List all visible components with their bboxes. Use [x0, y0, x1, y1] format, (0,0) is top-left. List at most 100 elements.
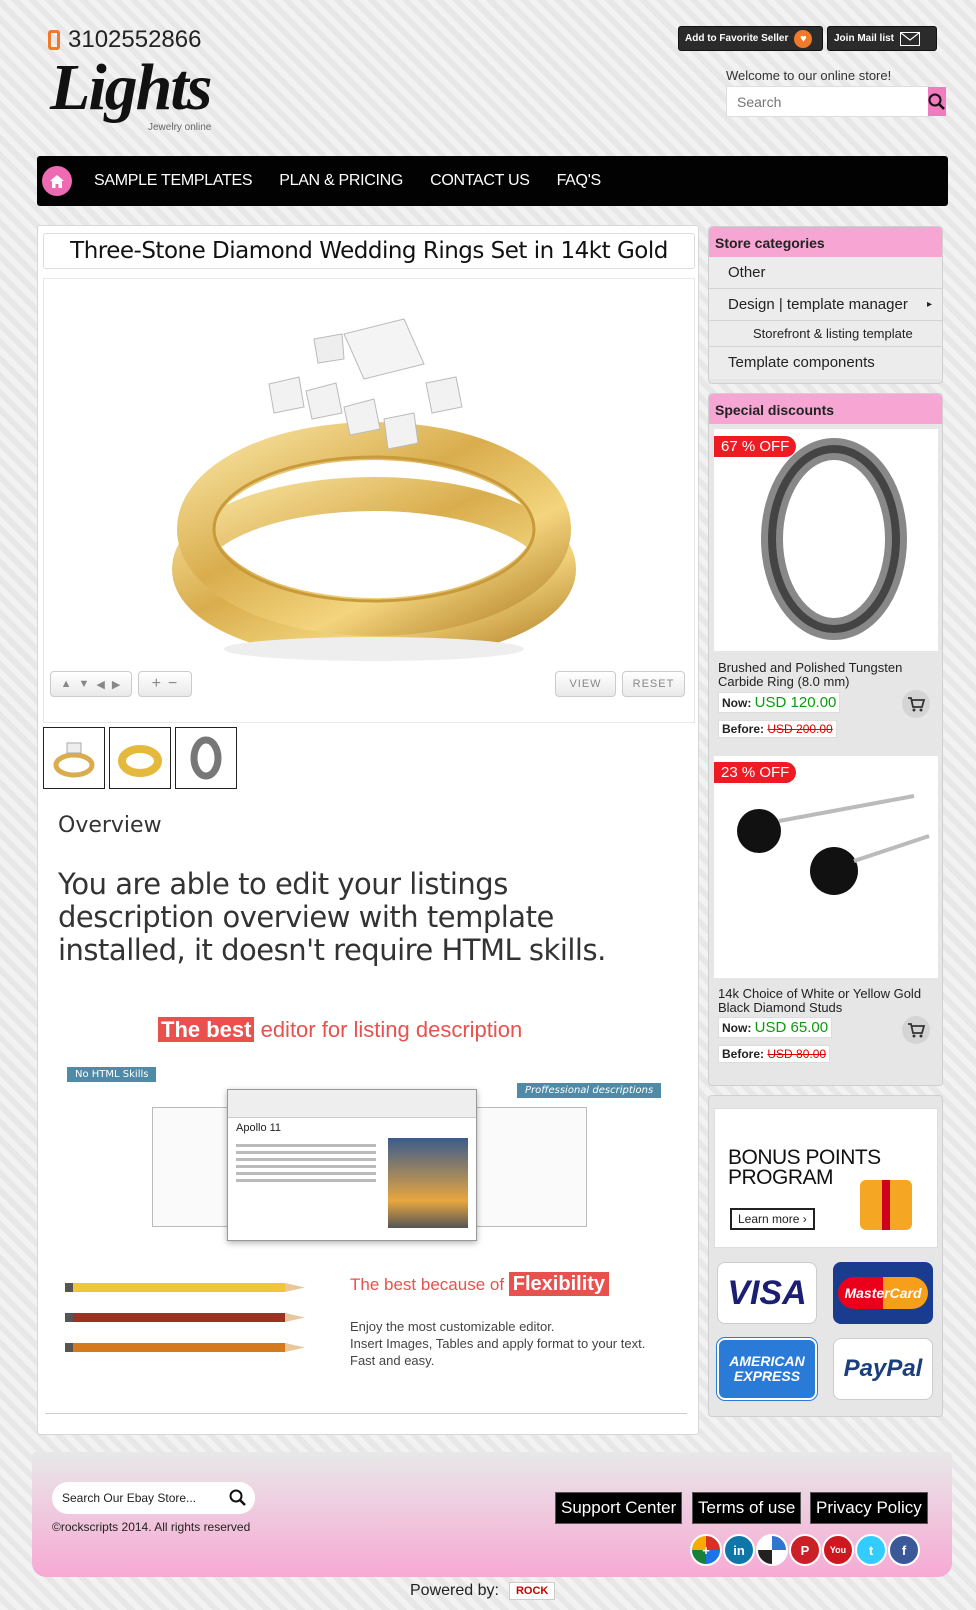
zoom-out-icon[interactable]: −	[168, 675, 178, 693]
product-2-image[interactable]	[714, 756, 938, 978]
pinterest-icon[interactable]: P	[789, 1534, 821, 1566]
site-logo[interactable]: Lights	[50, 50, 212, 126]
search-bar	[726, 86, 946, 117]
product-1-add-to-cart[interactable]	[902, 690, 930, 718]
youtube-icon[interactable]: You	[822, 1534, 854, 1566]
store-categories-panel: Store categories Other Design | template…	[708, 226, 943, 384]
powered-by: Powered by: ROCK	[410, 1582, 556, 1600]
product-2-add-to-cart[interactable]	[902, 1016, 930, 1044]
diamond-studs-image	[737, 794, 930, 895]
bonus-title: BONUS POINTS PROGRAM	[728, 1146, 881, 1189]
tungsten-ring-thumb	[190, 736, 222, 780]
now-price: USD 120.00	[754, 694, 837, 711]
ring-set-image	[172, 318, 576, 661]
zoom-controls[interactable]: + −	[138, 671, 192, 697]
tungsten-ring-image	[761, 438, 907, 640]
nav-sample-templates[interactable]: SAMPLE TEMPLATES	[94, 172, 253, 190]
category-template-components[interactable]: Template components	[709, 347, 942, 379]
footer-search-button[interactable]	[221, 1482, 255, 1514]
search-button[interactable]	[928, 87, 946, 116]
product-2-name[interactable]: 14k Choice of White or Yellow Gold Black…	[718, 987, 928, 1015]
search-input[interactable]	[727, 87, 928, 116]
product-1-image[interactable]	[714, 429, 938, 651]
zoom-in-icon[interactable]: +	[152, 675, 162, 693]
privacy-policy-link[interactable]: Privacy Policy	[810, 1492, 928, 1524]
flex-tag: Flexibility	[508, 1272, 610, 1296]
reset-button[interactable]: RESET	[622, 671, 685, 697]
flex-prefix: The best because of	[350, 1275, 509, 1294]
add-favorite-seller-label: Add to Favorite Seller	[685, 33, 789, 44]
store-categories-heading: Store categories	[709, 227, 942, 257]
product-image-viewer[interactable]: ▲ ▼ ◀ ▶ + − VIEW RESET	[43, 278, 695, 723]
best-rest: editor for listing description	[254, 1017, 523, 1042]
main-nav: SAMPLE TEMPLATES PLAN & PRICING CONTACT …	[37, 156, 948, 206]
mastercard-logo: MasterCard	[833, 1262, 933, 1324]
arrow-left-icon[interactable]: ◀	[96, 678, 105, 691]
footer-search-placeholder: Search Our Ebay Store...	[62, 1491, 197, 1505]
product-1-name[interactable]: Brushed and Polished Tungsten Carbide Ri…	[718, 661, 928, 689]
nav-faqs[interactable]: FAQ'S	[557, 172, 602, 190]
pencils-illustration	[65, 1280, 315, 1374]
learn-more-button[interactable]: Learn more ›	[730, 1208, 815, 1230]
arrow-down-icon[interactable]: ▼	[79, 678, 91, 690]
search-icon	[229, 1489, 246, 1506]
copyright: ©rockscripts 2014. All rights reserved	[52, 1520, 251, 1534]
product-2-price-now: Now: USD 65.00	[718, 1017, 833, 1038]
add-favorite-seller-button[interactable]: Add to Favorite Seller ♥	[678, 26, 823, 51]
thumbnail-gold-band[interactable]	[109, 727, 171, 789]
phone-icon	[48, 30, 60, 50]
mastercard-label: MasterCard	[838, 1277, 928, 1309]
divider	[45, 1413, 687, 1414]
terms-of-use-link[interactable]: Terms of use	[692, 1492, 802, 1524]
product-1-price-now: Now: USD 120.00	[718, 692, 841, 713]
twitter-icon[interactable]: t	[855, 1534, 887, 1566]
linkedin-icon[interactable]: in	[723, 1534, 755, 1566]
heart-icon: ♥	[794, 29, 813, 48]
nav-contact-us[interactable]: CONTACT US	[430, 172, 530, 190]
enjoy-line-2: Insert Images, Tables and apply format t…	[350, 1336, 646, 1351]
product-1-price-before: Before: USD 200.00	[718, 720, 837, 738]
delicious-icon[interactable]	[756, 1534, 788, 1566]
overview-text: You are able to edit your listings descr…	[58, 867, 606, 967]
join-mail-list-button[interactable]: Join Mail list	[827, 26, 937, 51]
editor-window-right	[467, 1107, 587, 1227]
thumbnail-tungsten-ring[interactable]	[175, 727, 237, 789]
thumbnail-ring-set[interactable]	[43, 727, 105, 789]
pro-desc-tag: Proffessional descriptions	[517, 1083, 662, 1098]
product-2-price-before: Before: USD 80.00	[718, 1045, 831, 1063]
category-storefront-listing-template[interactable]: Storefront & listing template	[709, 321, 942, 347]
pan-controls[interactable]: ▲ ▼ ◀ ▶	[50, 671, 132, 697]
category-other[interactable]: Other	[709, 257, 942, 289]
bonus-line-2: PROGRAM	[728, 1166, 834, 1189]
best-tag: The best	[158, 1017, 255, 1042]
listing-title: Three-Stone Diamond Wedding Rings Set in…	[43, 233, 695, 269]
support-center-link[interactable]: Support Center	[555, 1492, 683, 1524]
submenu-arrow-icon: ▸	[926, 299, 932, 310]
powered-by-label: Powered by:	[410, 1582, 499, 1599]
editor-illustration: No HTML Skills Proffessional description…	[62, 1067, 672, 1267]
arrow-up-icon[interactable]: ▲	[61, 678, 73, 690]
before-price: USD 200.00	[767, 722, 833, 736]
cart-icon	[908, 1023, 925, 1038]
view-button[interactable]: VIEW	[555, 671, 616, 697]
nav-plan-pricing[interactable]: PLAN & PRICING	[279, 172, 403, 190]
visa-logo: VISA	[717, 1262, 817, 1324]
no-html-tag: No HTML Skills	[67, 1067, 157, 1082]
product-1-discount-badge: 67 % OFF	[714, 436, 797, 457]
home-button[interactable]	[42, 166, 72, 196]
rockscripts-logo[interactable]: ROCK	[508, 1582, 556, 1600]
before-price: USD 80.00	[767, 1047, 827, 1061]
before-label: Before:	[722, 722, 765, 736]
now-price: USD 65.00	[754, 1019, 829, 1036]
google-plus-icon[interactable]: +	[690, 1534, 722, 1566]
paypal-logo: PayPal	[833, 1338, 933, 1400]
special-discounts-heading: Special discounts	[709, 394, 942, 424]
footer-search[interactable]: Search Our Ebay Store...	[52, 1482, 255, 1514]
gold-band-thumb	[118, 745, 162, 777]
category-design-template-manager[interactable]: Design | template manager ▸	[709, 289, 942, 321]
facebook-icon[interactable]: f	[888, 1534, 920, 1566]
editor-window-main: Apollo 11	[227, 1089, 477, 1241]
bonus-line-1: BONUS POINTS	[728, 1146, 881, 1169]
cart-icon	[908, 697, 925, 712]
arrow-right-icon[interactable]: ▶	[112, 678, 121, 691]
